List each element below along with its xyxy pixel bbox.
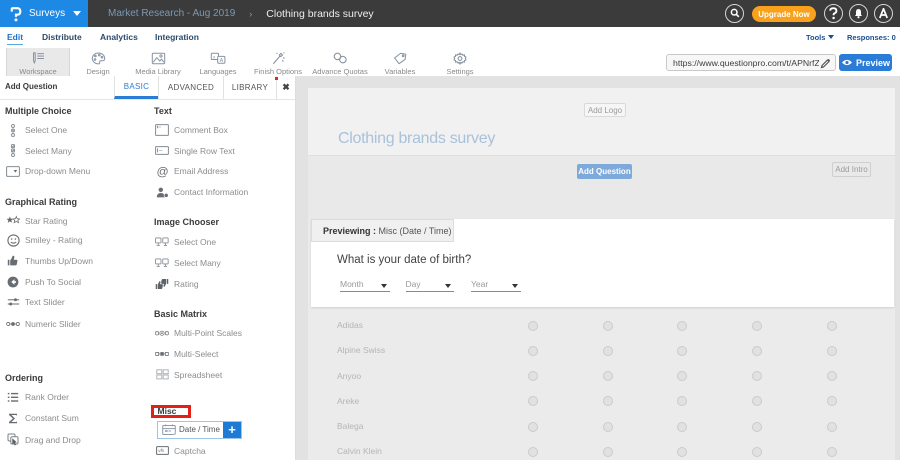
svg-text:@: @ (156, 165, 168, 178)
svg-text:vfs: vfs (158, 448, 165, 454)
svg-text:A: A (220, 58, 224, 64)
